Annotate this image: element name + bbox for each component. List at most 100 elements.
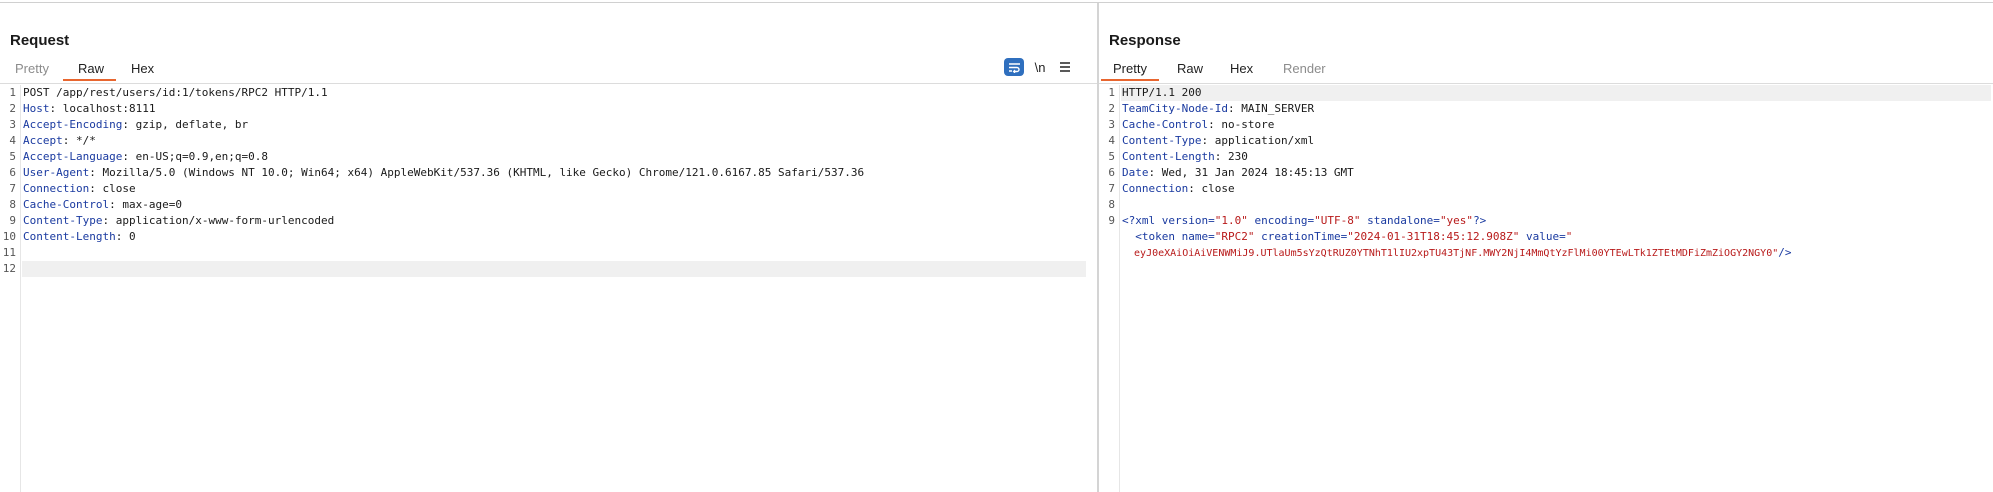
line-content: Accept: */*: [23, 133, 96, 149]
line-number: 3: [9, 118, 16, 131]
line-number: 12: [2, 262, 16, 275]
code-line: 2 Host: localhost:8111: [0, 101, 1097, 117]
line-number: 7: [9, 182, 16, 195]
header-value: 0: [122, 230, 136, 243]
response-editor[interactable]: 1 HTTP/1.1 200 2 TeamCity-Node-Id: MAIN_SER…: [1099, 85, 1993, 492]
header-name: Date: [1122, 166, 1149, 179]
request-editor[interactable]: 1 POST /app/rest/users/id:1/tokens/RPC2 H…: [0, 85, 1097, 492]
line-number: 5: [9, 150, 16, 163]
line-number: 6: [9, 166, 16, 179]
line-content: HTTP/1.1 200: [1122, 86, 1202, 99]
xml-tag: <token: [1122, 230, 1175, 243]
header-colon: :: [1227, 102, 1235, 115]
header-value: application/x-www-form-urlencoded: [109, 214, 335, 227]
options-menu-button[interactable]: [1055, 58, 1075, 76]
header-value: localhost:8111: [56, 102, 156, 115]
code-line: 4 Content-Type: application/xml: [1099, 133, 1993, 149]
line-number: 4: [9, 134, 16, 147]
xml-attr: encoding=: [1247, 214, 1315, 227]
code-line: 8: [1099, 197, 1993, 213]
line-number: 7: [1108, 182, 1115, 195]
code-line: 2 TeamCity-Node-Id: MAIN_SERVER: [1099, 101, 1993, 117]
header-colon: :: [1208, 118, 1215, 131]
response-tab-divider: [1099, 83, 1993, 84]
xml-value: "1.0": [1214, 214, 1248, 227]
wrap-icon: [1008, 62, 1020, 73]
header-value: Wed, 31 Jan 2024 18:45:13 GMT: [1155, 166, 1354, 179]
header-name: Accept-Encoding: [23, 118, 123, 131]
header-colon: :: [89, 182, 96, 195]
code-line: 3 Accept-Encoding: gzip, deflate, br: [0, 117, 1097, 133]
header-colon: :: [89, 166, 96, 179]
code-line: 4 Accept: */*: [0, 133, 1097, 149]
header-value: no-store: [1214, 118, 1275, 131]
code-line: 12: [3, 261, 1086, 277]
header-value: 230: [1221, 150, 1248, 163]
header-name: Connection: [23, 182, 90, 195]
line-number: 1: [9, 86, 16, 99]
line-content: Content-Type: application/x-www-form-url…: [23, 213, 334, 229]
request-tab-raw[interactable]: Raw: [78, 61, 104, 76]
request-tab-pretty[interactable]: Pretty: [15, 61, 49, 76]
header-value: MAIN_SERVER: [1234, 102, 1315, 115]
code-line: 3 Cache-Control: no-store: [1099, 117, 1993, 133]
line-number: 1: [1108, 86, 1115, 99]
header-colon: :: [122, 118, 129, 131]
header-value: close: [1194, 182, 1235, 195]
response-tab-hex[interactable]: Hex: [1230, 61, 1253, 76]
line-content: Content-Type: application/xml: [1122, 133, 1314, 149]
line-number: 3: [1108, 118, 1115, 131]
line-content: Content-Length: 0: [23, 229, 136, 245]
line-content: TeamCity-Node-Id: MAIN_SERVER: [1122, 101, 1314, 117]
header-name: User-Agent: [23, 166, 90, 179]
header-name: Accept: [23, 134, 63, 147]
line-content: Connection: close: [23, 181, 136, 197]
header-name: Content-Length: [23, 230, 116, 243]
code-line: 10 Content-Length: 0: [0, 229, 1097, 245]
xml-value: "UTF-8": [1314, 214, 1361, 227]
line-content: <?xml version="1.0" encoding="UTF-8" sta…: [1122, 213, 1486, 229]
request-tab-hex[interactable]: Hex: [131, 61, 154, 76]
header-name: Cache-Control: [1122, 118, 1209, 131]
header-value: close: [95, 182, 136, 195]
header-value: */*: [69, 134, 96, 147]
xml-tag: ?>: [1473, 214, 1487, 227]
request-active-tab-indicator: [63, 79, 116, 81]
response-tab-raw[interactable]: Raw: [1177, 61, 1203, 76]
show-newlines-button[interactable]: \n: [1030, 58, 1050, 76]
code-line: eyJ0eXAiOiAiVENWMiJ9.UTlaUm5sYzQtRUZ0YTN…: [1099, 245, 1993, 261]
line-content: Accept-Language: en-US;q=0.9,en;q=0.8: [23, 149, 268, 165]
header-value: Mozilla/5.0 (Windows NT 10.0; Win64; x64…: [95, 166, 865, 179]
code-line: 1 POST /app/rest/users/id:1/tokens/RPC2 H…: [0, 85, 1097, 101]
line-number: 9: [9, 214, 16, 227]
line-number: 2: [9, 102, 16, 115]
line-content: Date: Wed, 31 Jan 2024 18:45:13 GMT: [1122, 165, 1354, 181]
xml-value: "yes": [1439, 214, 1474, 227]
line-number: 5: [1108, 150, 1115, 163]
response-tab-pretty[interactable]: Pretty: [1113, 61, 1147, 76]
code-line: 9 <?xml version="1.0" encoding="UTF-8" st…: [1099, 213, 1993, 229]
response-pane: Response Pretty Raw Hex Render 1 HTTP/1.1…: [1099, 3, 1993, 492]
xml-tag: <?xml: [1122, 214, 1156, 227]
line-content: Host: localhost:8111: [23, 101, 155, 117]
code-line: 9 Content-Type: application/x-www-form-ur…: [0, 213, 1097, 229]
header-name: Content-Length: [1122, 150, 1215, 163]
line-content: Cache-Control: no-store: [1122, 117, 1274, 133]
code-line: 5 Accept-Language: en-US;q=0.9,en;q=0.8: [0, 149, 1097, 165]
xml-value: "RPC2": [1214, 230, 1255, 243]
response-tab-render[interactable]: Render: [1283, 61, 1326, 76]
response-title: Response: [1109, 32, 1181, 49]
token-value: eyJ0eXAiOiAiVENWMiJ9.UTlaUm5sYzQtRUZ0YTN…: [1122, 248, 1779, 259]
request-title: Request: [10, 32, 70, 49]
line-number: 9: [1108, 214, 1115, 227]
code-line: 11: [0, 245, 1097, 261]
request-pane: Request Pretty Raw Hex \n 1 POST /app/res…: [0, 3, 1097, 492]
line-number: 2: [1108, 102, 1115, 115]
line-content: Content-Length: 230: [1122, 149, 1248, 165]
line-content: Cache-Control: max-age=0: [23, 197, 182, 213]
line-number: 8: [1108, 198, 1115, 211]
line-number: 10: [2, 230, 16, 243]
line-content: <token name="RPC2" creationTime="2024-01…: [1122, 229, 1572, 245]
request-tab-divider: [0, 83, 1097, 84]
wrap-lines-button[interactable]: [1004, 58, 1024, 76]
